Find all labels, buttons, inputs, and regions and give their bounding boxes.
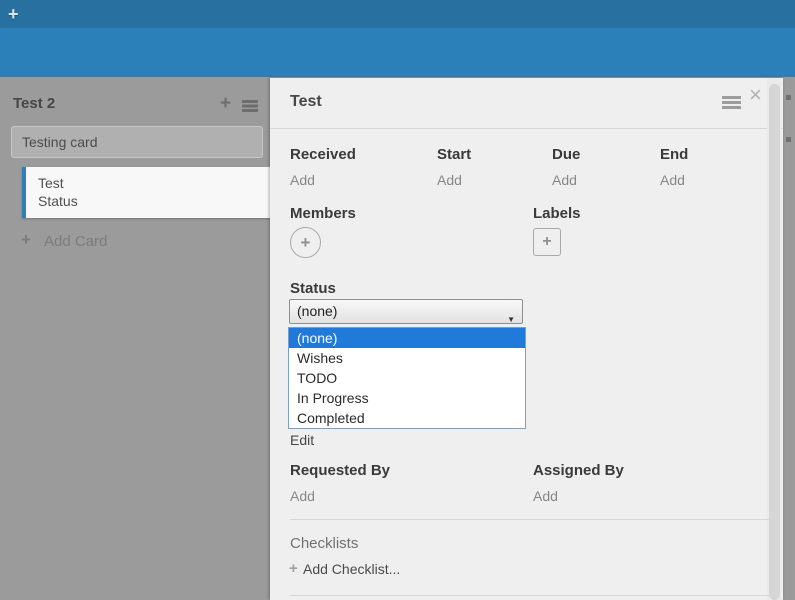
card-detail-panel: Test × Received Start Due End Add Add Ad… xyxy=(270,78,783,600)
card-title-line: Test xyxy=(38,174,270,192)
start-label: Start xyxy=(437,146,471,163)
received-add-link[interactable]: Add xyxy=(290,172,315,188)
hidden-list-icon-fragment xyxy=(786,137,791,142)
add-card-plus-icon[interactable]: + xyxy=(21,230,31,250)
list-title[interactable]: Test 2 xyxy=(13,95,55,112)
add-checklist-button[interactable]: Add Checklist... xyxy=(303,561,400,577)
section-divider xyxy=(290,595,769,596)
header-divider xyxy=(270,128,783,129)
hidden-list-icon-fragment xyxy=(786,95,791,100)
card-menu-icon[interactable] xyxy=(722,96,741,99)
status-option-in-progress[interactable]: In Progress xyxy=(289,388,525,408)
status-edit-link[interactable]: Edit xyxy=(290,432,314,448)
status-selected-value: (none) xyxy=(297,303,337,319)
due-label: Due xyxy=(552,146,580,163)
card-detail-title[interactable]: Test xyxy=(290,93,322,111)
section-divider xyxy=(290,519,769,520)
card-test-status[interactable]: Test Status xyxy=(22,167,270,218)
assigned-by-add-link[interactable]: Add xyxy=(533,488,558,504)
status-option-none[interactable]: (none) xyxy=(289,328,525,348)
status-label: Status xyxy=(290,280,336,297)
status-option-wishes[interactable]: Wishes xyxy=(289,348,525,368)
add-checklist-plus-icon[interactable]: + xyxy=(289,560,298,577)
start-add-link[interactable]: Add xyxy=(437,172,462,188)
panel-scrollbar-thumb[interactable] xyxy=(769,84,780,600)
end-add-link[interactable]: Add xyxy=(660,172,685,188)
status-option-todo[interactable]: TODO xyxy=(289,368,525,388)
due-add-link[interactable]: Add xyxy=(552,172,577,188)
close-icon[interactable]: × xyxy=(749,82,762,108)
received-label: Received xyxy=(290,146,356,163)
card-title: Testing card xyxy=(22,134,97,150)
status-dropdown-list: (none) Wishes TODO In Progress Completed xyxy=(288,327,526,429)
labels-label: Labels xyxy=(533,205,581,222)
assigned-by-label: Assigned By xyxy=(533,462,624,479)
card-testing-card[interactable]: Testing card xyxy=(11,126,263,158)
add-card-button[interactable]: Add Card xyxy=(44,233,107,250)
list-menu-icon[interactable] xyxy=(242,100,258,103)
requested-by-label: Requested By xyxy=(290,462,390,479)
checklists-heading: Checklists xyxy=(290,535,358,552)
top-navbar: + xyxy=(0,0,795,28)
status-select[interactable]: (none) ▼ xyxy=(289,299,523,324)
add-board-icon[interactable]: + xyxy=(8,4,19,25)
card-title-line: Status xyxy=(38,192,270,210)
add-member-button[interactable]: + xyxy=(290,227,321,258)
add-label-button[interactable]: + xyxy=(533,228,561,256)
list-add-icon[interactable]: + xyxy=(220,93,231,115)
status-option-completed[interactable]: Completed xyxy=(289,408,525,428)
members-label: Members xyxy=(290,205,356,222)
end-label: End xyxy=(660,146,688,163)
board-header-bar xyxy=(0,28,795,77)
requested-by-add-link[interactable]: Add xyxy=(290,488,315,504)
